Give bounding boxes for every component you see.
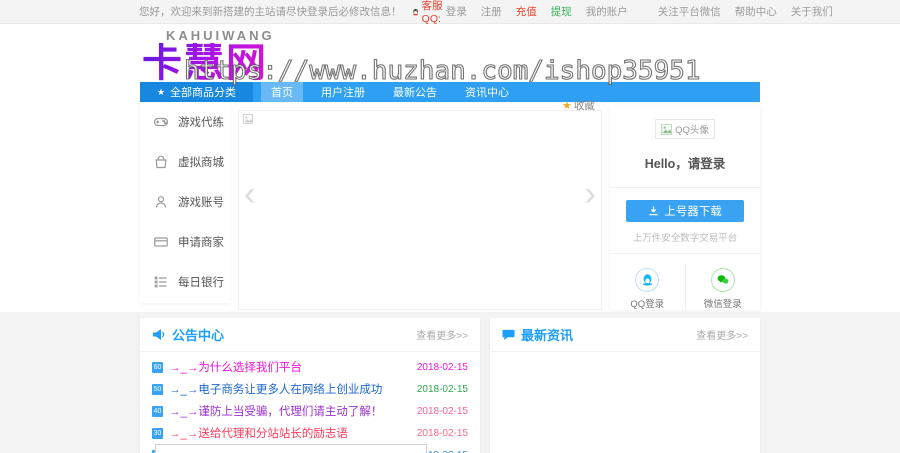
download-icon [649,206,658,216]
platform-slogan: 上万件安全数字交易平台 [632,232,738,244]
announcements-more-link[interactable]: 查看更多>> [416,327,468,342]
avatar-alt-text: QQ头像 [675,125,709,136]
login-greeting: Hello，请登录 [644,156,726,171]
divider [610,252,760,254]
announcements-list: 60 →_→为什么选择我们平台 2018-02-15 50 →_→电子商务让更多… [140,352,480,453]
nav-item-register[interactable]: 用户注册 [311,81,375,103]
star-icon: ★ [156,86,166,97]
announcements-panel: 公告中心 查看更多>> 60 →_→为什么选择我们平台 2018-02-15 5… [140,318,480,453]
welcome-text: 您好，欢迎来到新搭建的主站请尽快登录后必修改信息！ [139,6,402,18]
sidebar-item-label: 游戏代练 [178,117,224,129]
sidebar-item-daily-bank[interactable]: 每日银行 [140,262,230,302]
site-logo[interactable]: KAHUIWANG 卡慧网 [142,29,275,83]
announcement-badge: 30 [152,427,163,439]
announcement-badge: 50 [152,383,163,395]
banner-carousel: ‹ › [238,110,602,310]
topbar-user-links: 登录 注册 充值 提现 我的账户 [446,4,628,19]
bottom-section: 公告中心 查看更多>> 60 →_→为什么选择我们平台 2018-02-15 5… [0,312,900,453]
withdraw-link[interactable]: 提现 [551,4,572,19]
bag-icon [155,155,167,169]
logo-chinese-text: 卡慧网 [142,43,275,83]
page: 您好，欢迎来到新搭建的主站请尽快登录后必修改信息！ 客服QQ: 登录 注册 充值… [0,0,900,453]
penguin-icon [412,8,418,15]
qq-login-label: QQ登录 [630,298,665,310]
news-title-text: 最新资讯 [521,328,574,343]
speaker-icon [153,329,165,340]
announcement-text: →_→为什么选择我们平台 [169,362,302,374]
about-us-link[interactable]: 关于我们 [791,4,833,19]
uploader-download-button[interactable]: 上号器下载 [626,199,744,222]
carousel-prev-arrow[interactable]: ‹ [244,177,255,211]
download-button-label: 上号器下载 [664,205,722,218]
announcement-row[interactable]: 60 →_→为什么选择我们平台 2018-02-15 [152,356,468,378]
announcement-date: 2018-02-15 [416,361,468,373]
announcement-text: →_→谨防上当受骗，代理们请主动了解！ [169,406,383,418]
favorite-link[interactable]: ★ 收藏 [562,98,595,113]
topbar-site-links: 关注平台微信 帮助中心 关于我们 [658,4,833,19]
site-header: KAHUIWANG 卡慧网 [0,25,900,83]
news-panel: 最新资讯 查看更多>> [490,318,760,453]
announcement-badge: 40 [152,405,163,417]
register-link[interactable]: 注册 [481,4,502,19]
card-icon [154,237,168,247]
announcement-row[interactable]: 40 →_→谨防上当受骗，代理们请主动了解！ 2018-02-15 [152,400,468,422]
broken-image-icon [243,114,253,124]
service-qq-label: 客服QQ: [421,0,443,25]
favorite-label: 收藏 [573,100,595,112]
all-categories-label: 全部商品分类 [170,87,237,99]
topbar: 您好，欢迎来到新搭建的主站请尽快登录后必修改信息！ 客服QQ: 登录 注册 充值… [0,0,900,25]
help-center-link[interactable]: 帮助中心 [735,4,777,19]
chat-bubble-icon [502,329,515,341]
announcement-text: →_→电子商务让更多人在网络上创业成功 [169,384,383,396]
star-icon: ★ [562,100,572,112]
sidebar-item-label: 虚拟商城 [178,157,224,169]
carousel-next-arrow[interactable]: › [585,177,596,211]
sidebar-item-label: 游戏账号 [178,197,224,209]
qq-avatar-placeholder: QQ头像 [655,119,715,139]
news-more-link[interactable]: 查看更多>> [696,327,748,342]
sidebar-item-game-boosting[interactable]: 游戏代练 [140,102,230,142]
service-qq-link[interactable]: 客服QQ: [412,0,446,25]
news-header: 最新资讯 查看更多>> [490,318,760,352]
announcements-title-text: 公告中心 [172,328,225,343]
login-panel: QQ头像 Hello，请登录 上号器下载 上万件安全数字交易平台 QQ登录 微信… [610,105,760,310]
news-title: 最新资讯 [502,325,573,344]
sidebar-item-label: 申请商家 [178,237,224,249]
sidebar-item-apply-merchant[interactable]: 申请商家 [140,222,230,262]
login-link[interactable]: 登录 [446,4,467,19]
gamepad-icon [153,117,169,127]
wechat-icon [717,274,729,284]
main-navbar: ★ 全部商品分类 首页 用户注册 最新公告 资讯中心 [140,81,760,103]
broken-image-icon [661,123,673,135]
sidebar-item-virtual-mall[interactable]: 虚拟商城 [140,142,230,182]
announcement-date: 2018-02-15 [416,427,468,439]
nav-item-home[interactable]: 首页 [261,81,303,103]
all-categories-button[interactable]: ★ 全部商品分类 [140,82,253,102]
qq-login-button[interactable]: QQ登录 [610,263,685,310]
user-icon [155,196,167,208]
announcement-text: →_→送给代理和分站站长的励志语 [169,428,348,440]
my-account-link[interactable]: 我的账户 [586,4,628,19]
follow-wechat-link[interactable]: 关注平台微信 [658,4,721,19]
wechat-login-label: 微信登录 [703,298,742,310]
announcement-date: 2018-02-15 [416,383,468,395]
announcement-date: 2018-02-15 [416,405,468,417]
announcements-header: 公告中心 查看更多>> [140,318,480,352]
divider [610,186,760,188]
nav-item-announcements[interactable]: 最新公告 [383,81,447,103]
announcement-row[interactable]: 30 →_→送给代理和分站站长的励志语 2018-02-15 [152,422,468,444]
sidebar-item-label: 每日银行 [178,277,224,289]
recharge-link[interactable]: 充值 [516,4,537,19]
list-icon [154,276,167,288]
category-sidebar: 游戏代练 虚拟商城 游戏账号 申请商家 每日银行 [140,102,230,303]
link-preview-box [155,444,427,453]
nav-item-news[interactable]: 资讯中心 [455,81,519,103]
announcement-row[interactable]: 50 →_→电子商务让更多人在网络上创业成功 2018-02-15 [152,378,468,400]
announcement-badge: 60 [152,361,163,373]
qq-penguin-icon [642,274,652,286]
announcements-title: 公告中心 [152,325,224,344]
third-party-login-row: QQ登录 微信登录 [610,262,761,310]
sidebar-item-game-accounts[interactable]: 游戏账号 [140,182,230,222]
wechat-login-button[interactable]: 微信登录 [684,262,761,310]
